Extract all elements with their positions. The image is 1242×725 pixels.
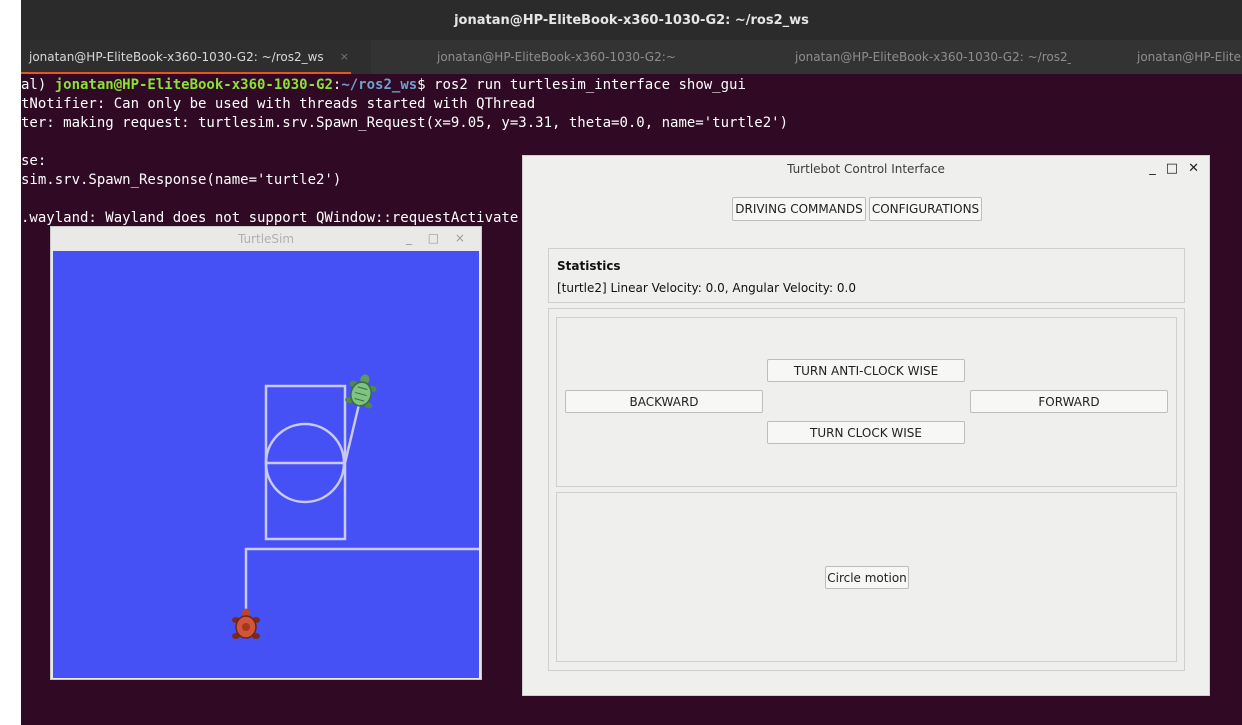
control-title: Turtlebot Control Interface bbox=[787, 162, 945, 176]
maximize-icon[interactable]: □ bbox=[1166, 161, 1178, 176]
terminal-tab-label: jonatan@HP-EliteBook-x360-1030-G2: ~/ros… bbox=[795, 50, 1071, 64]
minimize-icon[interactable]: _ bbox=[1149, 161, 1156, 176]
turn-anti-clockwise-button[interactable]: TURN ANTI-CLOCK WISE bbox=[767, 359, 965, 382]
window-controls: _ □ ✕ bbox=[1149, 161, 1199, 176]
terminal-line: se: bbox=[21, 153, 47, 169]
prompt-user: jonatan@HP-EliteBook-x360-1030-G2 bbox=[54, 77, 333, 93]
turtlesim-window: TurtleSim _ □ × bbox=[50, 226, 482, 680]
terminal-tab-2[interactable]: jonatan@HP-EliteBook-x360-1030-G2:~ bbox=[371, 40, 721, 74]
turtle-green-icon bbox=[345, 374, 377, 409]
close-icon[interactable]: ✕ bbox=[1188, 161, 1199, 176]
terminal-line: tNotifier: Can only be used with threads… bbox=[21, 96, 536, 112]
terminal-tab-bar: jonatan@HP-EliteBook-x360-1030-G2: ~/ros… bbox=[21, 40, 1242, 74]
terminal-line: sim.srv.Spawn_Response(name='turtle2') bbox=[21, 172, 342, 188]
statistics-title: Statistics bbox=[557, 259, 621, 273]
prompt-command: $ ros2 run turtlesim_interface show_gui bbox=[417, 77, 746, 93]
forward-button[interactable]: FORWARD bbox=[970, 390, 1168, 413]
close-icon[interactable]: × bbox=[340, 50, 349, 63]
terminal-tab-label: jonatan@HP-EliteBook-x360-1030-G2: ~/ros… bbox=[29, 50, 324, 64]
terminal-line: .wayland: Wayland does not support QWind… bbox=[21, 210, 519, 226]
control-window: Turtlebot Control Interface _ □ ✕ DRIVIN… bbox=[522, 155, 1210, 696]
prompt-prefix: al) bbox=[21, 77, 55, 93]
backward-button[interactable]: BACKWARD bbox=[565, 390, 763, 413]
turn-clockwise-button[interactable]: TURN CLOCK WISE bbox=[767, 421, 965, 444]
trail-path bbox=[244, 547, 479, 626]
turtle-trails bbox=[232, 374, 479, 639]
terminal-line: ter: making request: turtlesim.srv.Spawn… bbox=[21, 115, 789, 131]
terminal-tab-4[interactable]: jonatan@HP-EliteBoo bbox=[1071, 40, 1242, 74]
terminal-title: jonatan@HP-EliteBook-x360-1030-G2: ~/ros… bbox=[21, 0, 1242, 40]
tab-driving-commands[interactable]: DRIVING COMMANDS bbox=[732, 197, 866, 221]
turtlesim-title: TurtleSim bbox=[237, 231, 295, 246]
window-controls[interactable]: _ □ × bbox=[406, 231, 471, 245]
prompt-path: ~/ros2_ws bbox=[341, 77, 418, 93]
turtlesim-canvas bbox=[53, 251, 479, 678]
terminal-tab-1[interactable]: jonatan@HP-EliteBook-x360-1030-G2: ~/ros… bbox=[21, 40, 371, 74]
control-titlebar: Turtlebot Control Interface _ □ ✕ bbox=[523, 156, 1209, 182]
terminal-tab-label: jonatan@HP-EliteBoo bbox=[1137, 50, 1242, 64]
tab-configurations[interactable]: CONFIGURATIONS bbox=[869, 197, 982, 221]
terminal-tab-label: jonatan@HP-EliteBook-x360-1030-G2:~ bbox=[437, 50, 676, 64]
circle-motion-button[interactable]: Circle motion bbox=[825, 566, 909, 589]
turtle-red-icon bbox=[232, 608, 260, 639]
statistics-velocity: [turtle2] Linear Velocity: 0.0, Angular … bbox=[557, 281, 856, 295]
turtlesim-titlebar: TurtleSim _ □ × bbox=[51, 227, 481, 250]
terminal-tab-3[interactable]: jonatan@HP-EliteBook-x360-1030-G2: ~/ros… bbox=[721, 40, 1071, 74]
